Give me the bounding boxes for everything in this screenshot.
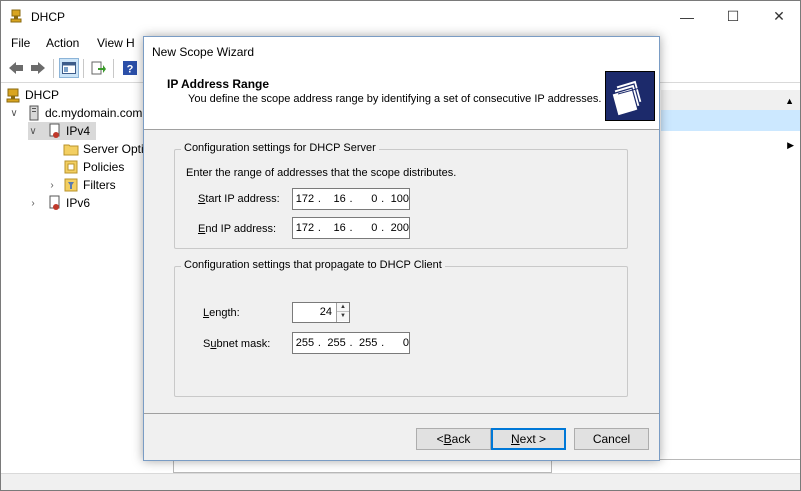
help-icon[interactable]: ? [120,58,140,78]
filters-icon [64,178,78,192]
subnet-octet-1[interactable]: 255 [293,337,314,349]
tree-label-filters: Filters [83,178,116,192]
end-ip-octet-2[interactable]: 16 [325,222,345,234]
back-button[interactable]: < Back [416,428,491,450]
tree-item-server[interactable]: ∨ dc.mydomain.com [9,104,142,122]
tree-label-ipv6: IPv6 [66,196,91,210]
tree-label-dhcp: DHCP [25,88,60,102]
footer-separator [144,413,659,414]
end-ip-octet-3[interactable]: 0 [356,222,377,234]
stepper-up-icon[interactable]: ▲ [337,303,349,312]
end-ip-octet-4[interactable]: 200 [388,222,409,234]
menu-action[interactable]: Action [46,36,79,50]
server-settings-legend: Configuration settings for DHCP Server [181,142,379,154]
ipv4-icon [49,123,60,138]
wizard-page-subtitle: You define the scope address range by id… [188,93,602,105]
end-ip-label: End IP address: [198,223,277,235]
chevron-right-icon[interactable]: › [47,180,57,191]
wizard-header: IP Address Range You define the scope ad… [144,66,659,130]
client-settings-legend: Configuration settings that propagate to… [181,259,445,271]
main-window-title: DHCP [31,10,66,24]
actions-header: ▲ [661,90,800,112]
wizard-page-title: IP Address Range [167,77,270,91]
subnet-mask-label: Subnet mask: [203,338,271,350]
tree-item-ipv6[interactable]: › IPv6 [28,194,90,212]
subnet-mask-field[interactable]: 255. 255. 255. 0 [292,332,410,354]
server-settings-group: Configuration settings for DHCP Server E… [174,142,628,249]
wizard-title: New Scope Wizard [152,45,255,59]
start-ip-octet-4[interactable]: 100 [388,193,409,205]
tree-label-server: dc.mydomain.com [45,106,143,120]
status-bar [1,473,800,490]
end-ip-octet-1[interactable]: 172 [293,222,314,234]
tree-item-dhcp[interactable]: DHCP [5,86,59,104]
menu-view[interactable]: View [97,36,123,50]
start-ip-field[interactable]: 172. 16. 0. 100 [292,188,410,210]
svg-text:?: ? [127,64,134,76]
tree-item-filters[interactable]: › Filters [47,176,116,194]
submenu-arrow-icon[interactable]: ▶ [787,140,794,151]
scope-folder-icon [605,71,655,121]
forward-arrow-icon[interactable] [28,58,48,78]
chevron-down-icon[interactable]: ∨ [28,126,38,137]
maximize-icon[interactable]: ☐ [710,1,756,32]
chevron-right-icon[interactable]: › [28,198,38,209]
new-scope-wizard-dialog: New Scope Wizard IP Address Range You de… [143,36,660,461]
range-instruction: Enter the range of addresses that the sc… [186,167,457,179]
policies-icon [64,160,78,174]
tree-item-policies[interactable]: Policies [63,158,124,176]
length-stepper[interactable]: 24 ▲ ▼ [292,302,350,323]
menu-file[interactable]: File [11,36,30,50]
minimize-icon[interactable]: — [664,1,710,32]
start-ip-octet-2[interactable]: 16 [325,193,345,205]
menu-help[interactable]: H [126,36,135,50]
next-button[interactable]: Next > [491,428,566,450]
subnet-octet-4[interactable]: 0 [388,337,409,349]
dhcp-root-icon [6,88,20,103]
start-ip-label: Start IP address: [198,193,280,205]
start-ip-octet-1[interactable]: 172 [293,193,314,205]
length-stepper-buttons: ▲ ▼ [336,303,349,322]
subnet-octet-2[interactable]: 255 [325,337,345,349]
tree-label-server-options: Server Optio [83,142,151,156]
back-arrow-icon[interactable] [6,58,26,78]
subnet-octet-3[interactable]: 255 [356,337,377,349]
tree-label-policies: Policies [83,160,125,174]
horizontal-scrollbar[interactable] [173,459,553,473]
horizontal-scrollbar-right[interactable] [551,459,800,473]
folder-options-icon [63,144,79,156]
actions-selected-row[interactable] [661,110,800,131]
start-ip-octet-3[interactable]: 0 [356,193,377,205]
length-label: Length: [203,307,240,319]
ipv6-icon [49,195,60,210]
collapse-up-icon[interactable]: ▲ [785,96,794,106]
close-icon[interactable]: ✕ [756,1,801,32]
console-tree: DHCP ∨ dc.mydomain.com ∨ IPv4 Server Opt… [1,84,151,459]
show-tree-icon[interactable] [59,58,79,78]
stepper-down-icon[interactable]: ▼ [337,312,349,321]
chevron-down-icon[interactable]: ∨ [9,108,19,119]
server-icon [29,105,39,121]
tree-item-server-options[interactable]: Server Optio [63,140,150,158]
tree-label-ipv4: IPv4 [66,124,91,138]
dhcp-app-icon [10,9,22,23]
export-list-icon[interactable] [89,58,109,78]
wizard-titlebar: New Scope Wizard [144,37,659,66]
length-value[interactable]: 24 [320,306,332,318]
end-ip-field[interactable]: 172. 16. 0. 200 [292,217,410,239]
client-settings-group: Configuration settings that propagate to… [174,259,628,397]
main-titlebar: DHCP — ☐ ✕ [1,1,800,32]
tree-item-ipv4[interactable]: ∨ IPv4 [28,122,97,140]
cancel-button[interactable]: Cancel [574,428,649,450]
